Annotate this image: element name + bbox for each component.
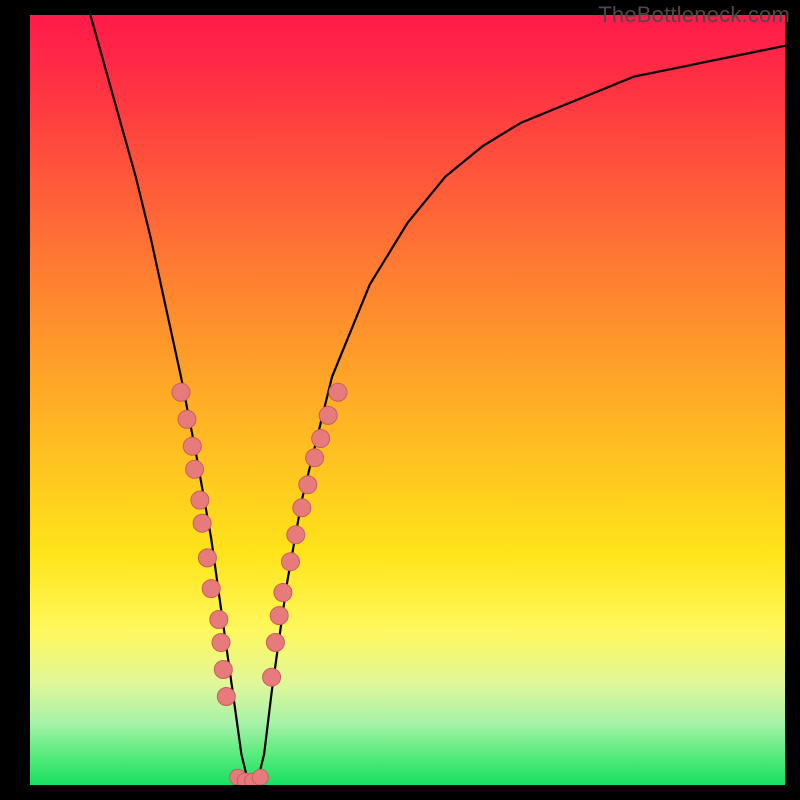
chart-svg [30, 15, 785, 785]
data-marker [274, 584, 292, 602]
data-marker [299, 476, 317, 494]
data-marker [293, 499, 311, 517]
data-marker [186, 460, 204, 478]
data-marker [183, 437, 201, 455]
data-marker [212, 634, 230, 652]
data-marker [198, 549, 216, 567]
data-marker [312, 430, 330, 448]
data-marker [193, 514, 211, 532]
data-marker [306, 449, 324, 467]
bottleneck-curve [90, 15, 785, 785]
data-marker [319, 406, 337, 424]
data-marker [191, 491, 209, 509]
data-marker [270, 607, 288, 625]
data-marker [178, 410, 196, 428]
data-marker [210, 611, 228, 629]
data-marker [202, 580, 220, 598]
chart-frame: TheBottleneck.com [0, 0, 800, 800]
data-marker [263, 668, 281, 686]
watermark-text: TheBottleneck.com [598, 2, 790, 28]
data-marker [282, 553, 300, 571]
data-marker [287, 526, 305, 544]
plot-area [30, 15, 785, 785]
data-marker [329, 383, 347, 401]
data-marker [172, 383, 190, 401]
data-marker [266, 634, 284, 652]
marker-layer [172, 383, 347, 785]
data-marker [252, 769, 268, 785]
data-marker [217, 688, 235, 706]
data-marker [214, 661, 232, 679]
